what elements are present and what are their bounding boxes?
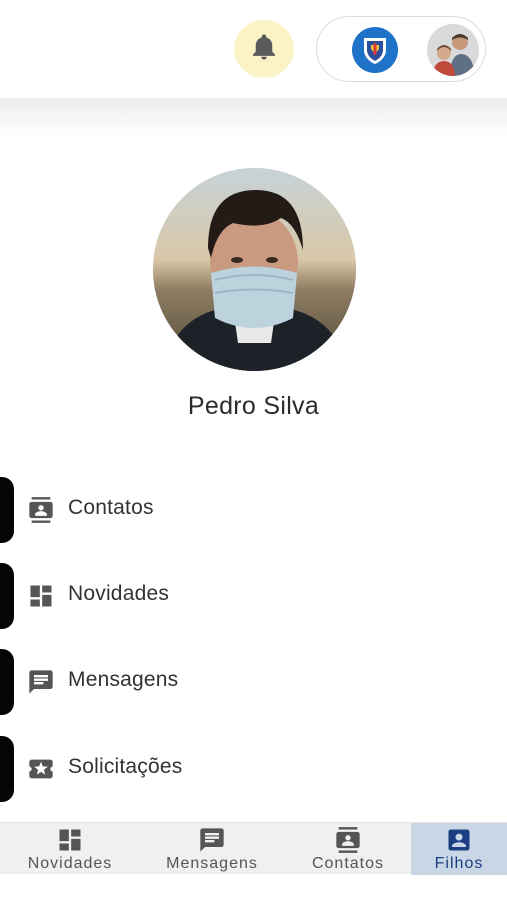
menu-tab-marker [0, 736, 14, 802]
nav-tab-label: Novidades [27, 855, 113, 872]
header-shadow [0, 98, 507, 140]
person-badge-icon [444, 826, 474, 854]
top-bar [0, 0, 507, 98]
parent-avatar [427, 24, 479, 76]
nav-tab-contatos[interactable]: Contatos [290, 823, 406, 875]
nav-tab-mensagens[interactable]: Mensagens [152, 823, 272, 875]
nav-tab-filhos[interactable]: Filhos [411, 823, 507, 875]
menu-item-label: Novidades [68, 582, 170, 605]
menu-tab-marker [0, 477, 14, 543]
contact-card-icon [333, 826, 363, 854]
profile-name: Pedro Silva [187, 392, 320, 420]
school-shield-icon [352, 27, 398, 73]
menu-item-contatos[interactable]: Contatos [0, 477, 420, 543]
bell-icon [249, 32, 279, 67]
bottom-spacer [0, 874, 507, 900]
nav-tab-label: Mensagens [166, 855, 258, 872]
star-ticket-icon [27, 755, 55, 783]
menu-item-mensagens[interactable]: Mensagens [0, 649, 420, 715]
contact-card-icon [27, 496, 55, 524]
menu-tab-marker [0, 563, 14, 629]
menu-tab-marker [0, 649, 14, 715]
dashboard-icon [27, 582, 55, 610]
message-icon [197, 826, 227, 854]
menu-item-label: Contatos [68, 496, 154, 519]
account-switcher[interactable] [316, 16, 486, 82]
menu-item-solicitacoes[interactable]: Solicitações [0, 736, 420, 802]
menu-item-novidades[interactable]: Novidades [0, 563, 420, 629]
notifications-button[interactable] [234, 20, 294, 78]
menu-item-label: Solicitações [68, 755, 183, 778]
message-icon [27, 668, 55, 696]
menu-item-label: Mensagens [68, 668, 179, 691]
nav-tab-novidades[interactable]: Novidades [10, 823, 130, 875]
nav-tab-label: Filhos [434, 855, 484, 872]
nav-tab-label: Contatos [311, 855, 385, 872]
dashboard-icon [55, 826, 85, 854]
student-photo [153, 168, 356, 371]
bottom-navigation: Novidades Mensagens Contatos Filhos [0, 822, 507, 875]
